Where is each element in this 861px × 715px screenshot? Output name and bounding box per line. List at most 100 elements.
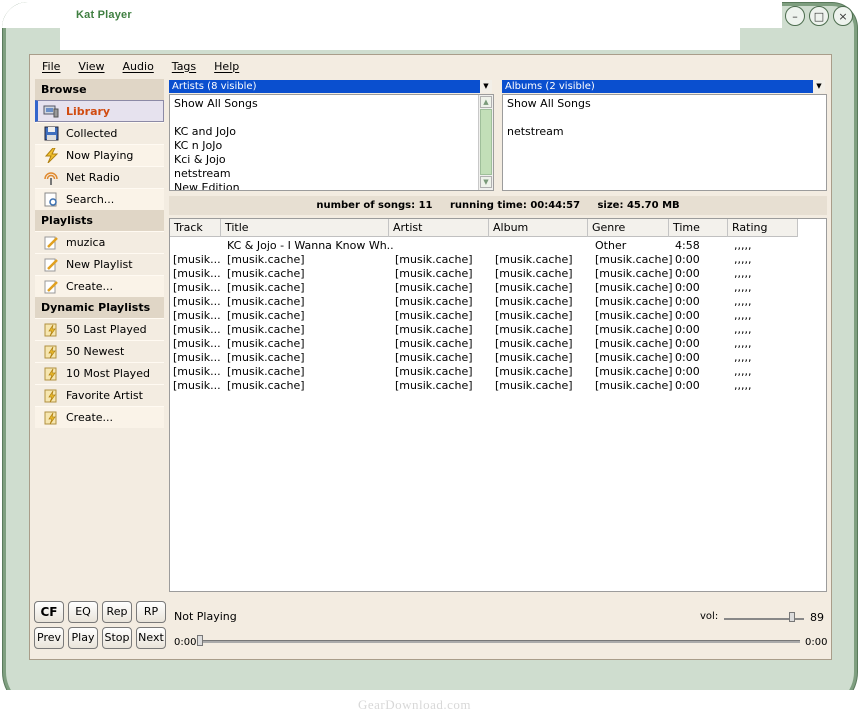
sidebar-item-create-playlist[interactable]: Create... — [35, 275, 164, 297]
chevron-down-icon[interactable]: ▼ — [480, 80, 492, 93]
sidebar-item-label: 10 Most Played — [66, 367, 150, 380]
menu-bar: File View Audio Tags Help — [30, 55, 831, 77]
song-table[interactable]: Track Title Artist Album Genre Time Rati… — [169, 218, 827, 592]
list-item[interactable]: Kci & Jojo — [174, 153, 493, 167]
table-row[interactable]: [musik... [musik.cache] [musik.cache] [musi… — [172, 253, 803, 267]
table-cell: ,,,,, — [734, 365, 752, 378]
sidebar-item-50-last-played[interactable]: 50 Last Played — [35, 318, 164, 340]
column-artist[interactable]: Artist — [389, 219, 489, 237]
close-icon[interactable]: × — [833, 6, 853, 26]
table-cell: 0:00 — [675, 379, 700, 392]
table-row[interactable]: [musik... [musik.cache] [musik.cache] [musi… — [172, 365, 803, 379]
table-cell: ,,,,, — [734, 379, 752, 392]
minimize-icon[interactable]: – — [785, 6, 805, 26]
table-cell: ,,,,, — [734, 253, 752, 266]
equalizer-button[interactable]: EQ — [68, 601, 98, 623]
list-item[interactable] — [174, 111, 493, 125]
table-row[interactable]: [musik... [musik.cache] [musik.cache] [musi… — [172, 267, 803, 281]
seek-slider[interactable] — [200, 640, 800, 643]
random-play-button[interactable]: RP — [136, 601, 166, 623]
albums-header[interactable]: Albums (2 visible) ▼ — [502, 80, 825, 93]
disk-icon — [43, 126, 59, 142]
sidebar-item-label: Collected — [66, 127, 118, 140]
next-button[interactable]: Next — [136, 627, 166, 649]
menu-view[interactable]: View — [78, 60, 104, 73]
table-row[interactable]: KC & Jojo - I Wanna Know Wh... Other 4:58,… — [172, 239, 803, 253]
table-cell: ,,,,, — [734, 295, 752, 308]
table-body: KC & Jojo - I Wanna Know Wh... Other 4:58,… — [172, 239, 803, 393]
sidebar-item-create-dynamic[interactable]: Create... — [35, 406, 164, 428]
table-cell: [musik.cache] — [595, 379, 673, 392]
list-item[interactable]: netstream — [174, 167, 493, 181]
table-row[interactable]: [musik... [musik.cache] [musik.cache] [musi… — [172, 323, 803, 337]
volume-slider-handle[interactable] — [789, 612, 795, 622]
column-time[interactable]: Time — [669, 219, 728, 237]
table-cell: ,,,,, — [734, 309, 752, 322]
table-row[interactable]: [musik... [musik.cache] [musik.cache] [musi… — [172, 295, 803, 309]
table-row[interactable]: [musik... [musik.cache] [musik.cache] [musi… — [172, 379, 803, 393]
list-item[interactable] — [507, 111, 826, 125]
list-item[interactable]: netstream — [507, 125, 826, 139]
table-cell — [494, 239, 594, 253]
table-row[interactable]: [musik... [musik.cache] [musik.cache] [musi… — [172, 351, 803, 365]
table-cell: [musik... — [173, 323, 221, 336]
list-item[interactable]: KC and JoJo — [174, 125, 493, 139]
prev-button[interactable]: Prev — [34, 627, 64, 649]
sidebar-item-muzica[interactable]: muzica — [35, 231, 164, 253]
now-playing-status: Not Playing — [174, 610, 237, 623]
seek-slider-handle[interactable] — [197, 635, 203, 646]
table-cell: [musik.cache] — [495, 379, 573, 392]
column-album[interactable]: Album — [489, 219, 588, 237]
table-cell: [musik.cache] — [495, 365, 573, 378]
scroll-down-icon[interactable]: ▼ — [480, 176, 492, 188]
artists-header[interactable]: Artists (8 visible) ▼ — [169, 80, 492, 93]
table-row[interactable]: [musik... [musik.cache] [musik.cache] [musi… — [172, 309, 803, 323]
dynamic-playlist-icon — [43, 410, 59, 426]
repeat-button[interactable]: Rep — [102, 601, 132, 623]
artists-list[interactable]: Show All Songs KC and JoJo KC n JoJo Kci… — [169, 94, 494, 191]
list-item[interactable]: New Edition — [174, 181, 493, 190]
sidebar-item-label: Create... — [66, 280, 114, 293]
sidebar-item-net-radio[interactable]: Net Radio — [35, 166, 164, 188]
menu-audio[interactable]: Audio — [123, 60, 154, 73]
list-item[interactable]: Show All Songs — [174, 97, 493, 111]
menu-tags[interactable]: Tags — [172, 60, 196, 73]
list-item[interactable]: Show All Songs — [507, 97, 826, 111]
chevron-down-icon[interactable]: ▼ — [813, 80, 825, 93]
play-button[interactable]: Play — [68, 627, 98, 649]
sidebar-item-library[interactable]: Library — [35, 100, 164, 122]
sidebar-item-10-most-played[interactable]: 10 Most Played — [35, 362, 164, 384]
menu-help[interactable]: Help — [214, 60, 239, 73]
title-tab — [60, 2, 740, 50]
stop-button[interactable]: Stop — [102, 627, 132, 649]
artists-scrollbar[interactable]: ▲ ▼ — [478, 95, 493, 190]
table-cell: Other — [595, 239, 627, 252]
table-row[interactable]: [musik... [musik.cache] [musik.cache] [musi… — [172, 337, 803, 351]
scroll-up-icon[interactable]: ▲ — [480, 96, 492, 108]
sidebar-item-collected[interactable]: Collected — [35, 122, 164, 144]
list-item[interactable]: KC n JoJo — [174, 139, 493, 153]
table-cell: [musik.cache] — [495, 253, 573, 266]
table-cell: [musik.cache] — [227, 309, 305, 322]
albums-list[interactable]: Show All Songs netstream — [502, 94, 827, 191]
sidebar-item-label: Net Radio — [66, 171, 120, 184]
table-cell: ,,,,, — [734, 267, 752, 280]
sidebar-item-search[interactable]: Search... — [35, 188, 164, 210]
table-cell: [musik... — [173, 281, 221, 294]
sidebar-item-favorite-artist[interactable]: Favorite Artist — [35, 384, 164, 406]
column-rating[interactable]: Rating — [728, 219, 798, 237]
table-cell: 0:00 — [675, 267, 700, 280]
table-row[interactable]: [musik... [musik.cache] [musik.cache] [musi… — [172, 281, 803, 295]
sidebar-item-50-newest[interactable]: 50 Newest — [35, 340, 164, 362]
column-title[interactable]: Title — [221, 219, 389, 237]
sidebar-item-new-playlist[interactable]: New Playlist — [35, 253, 164, 275]
column-genre[interactable]: Genre — [588, 219, 669, 237]
menu-file[interactable]: File — [42, 60, 60, 73]
crossfade-button[interactable]: CF — [34, 601, 64, 623]
sidebar-item-now-playing[interactable]: Now Playing — [35, 144, 164, 166]
scroll-thumb[interactable] — [480, 109, 492, 175]
maximize-icon[interactable]: □ — [809, 6, 829, 26]
table-cell: [musik.cache] — [227, 379, 305, 392]
column-track[interactable]: Track — [170, 219, 221, 237]
table-cell: [musik.cache] — [227, 281, 305, 294]
